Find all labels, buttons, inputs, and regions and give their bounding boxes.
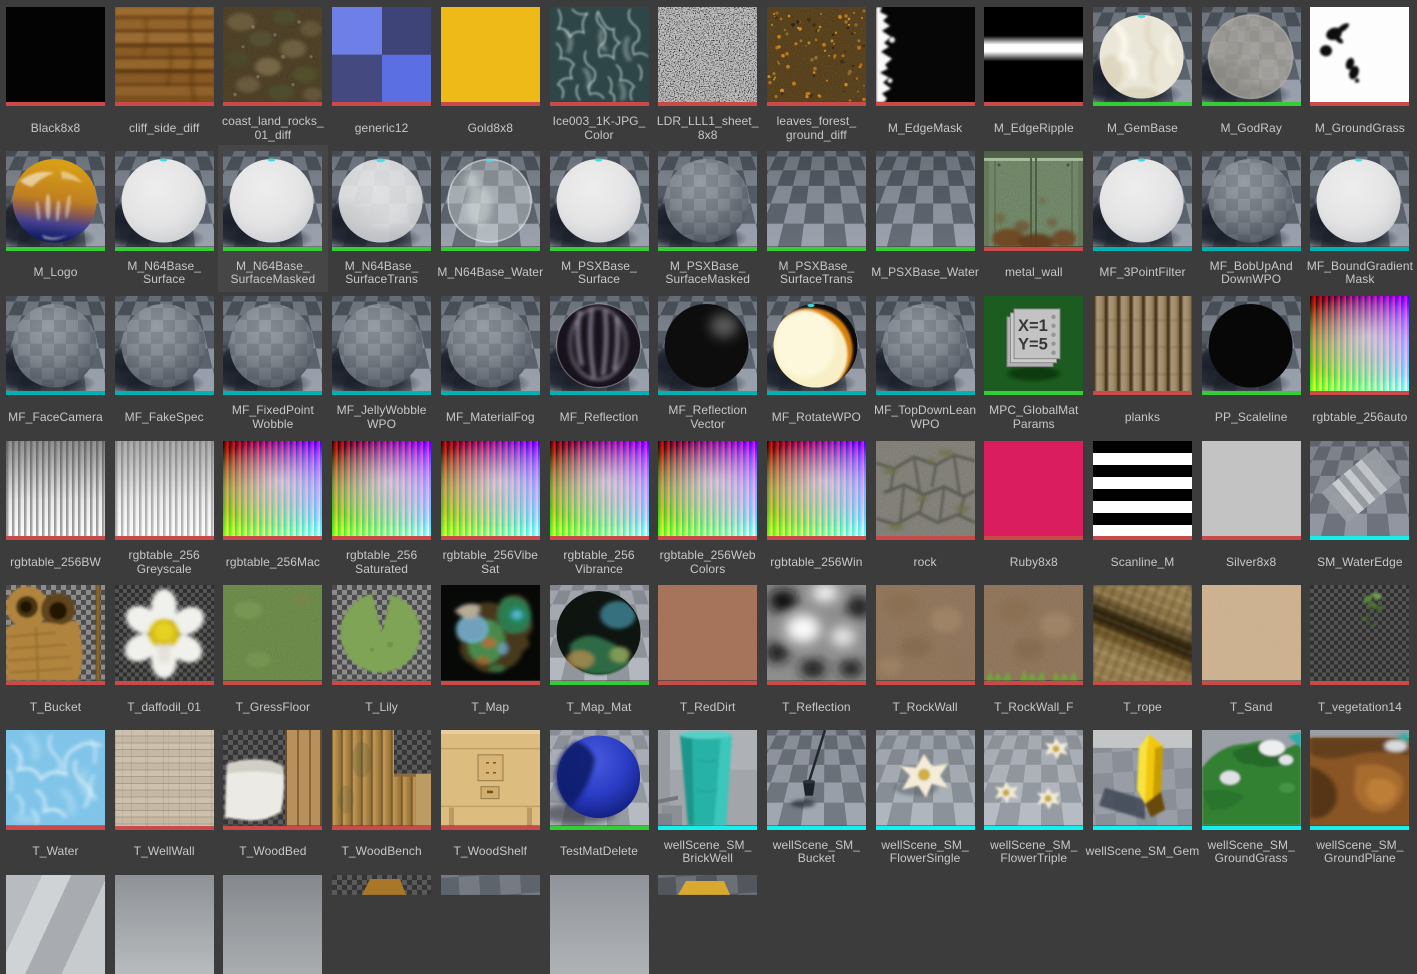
svg-text:Y=5: Y=5 xyxy=(1018,336,1048,354)
svg-text:X=1: X=1 xyxy=(1018,317,1048,335)
